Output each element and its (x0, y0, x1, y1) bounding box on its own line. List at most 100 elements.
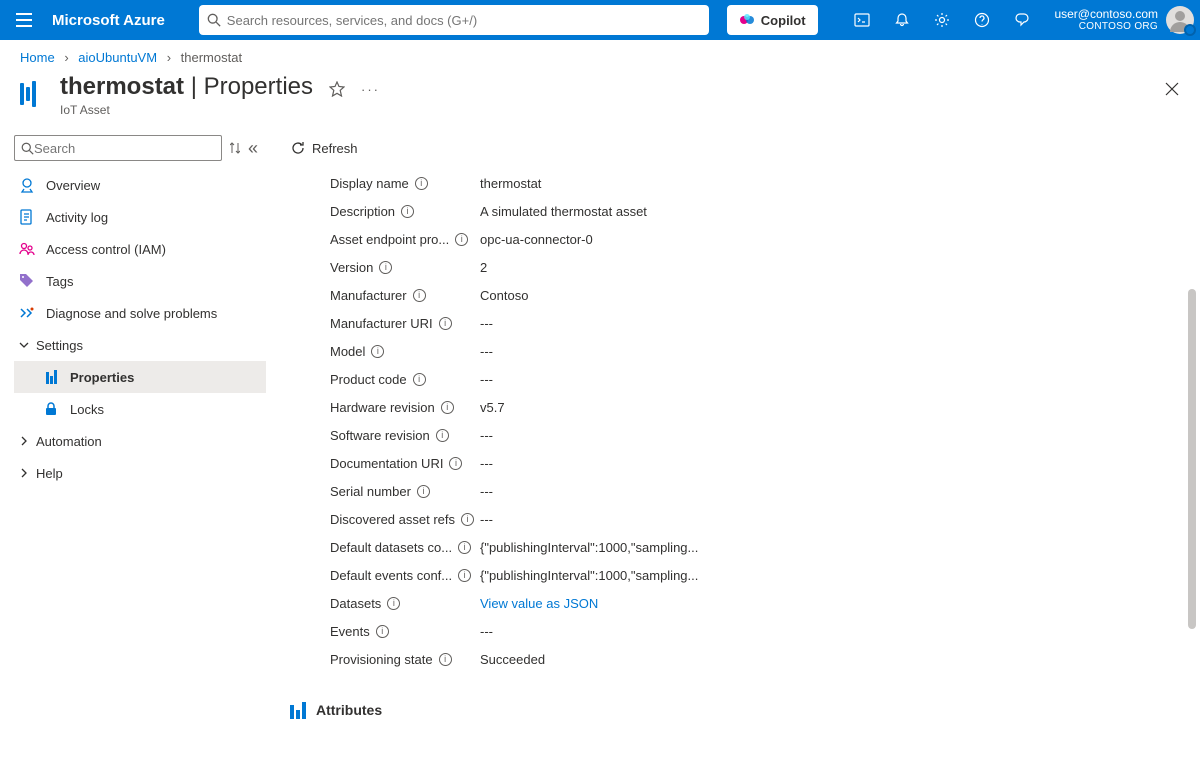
diagnose-icon (18, 305, 36, 321)
nav-tags[interactable]: Tags (14, 265, 266, 297)
info-icon[interactable]: i (455, 233, 468, 246)
prop-default-datasets-config: Default datasets co...i {"publishingInte… (330, 533, 1200, 561)
help-icon (974, 12, 990, 28)
content-area: Refresh Display namei thermostat Descrip… (266, 129, 1200, 767)
info-icon[interactable]: i (449, 457, 462, 470)
search-icon (207, 13, 221, 27)
info-icon[interactable]: i (376, 625, 389, 638)
view-datasets-json-link[interactable]: View value as JSON (480, 596, 598, 611)
info-icon[interactable]: i (441, 401, 454, 414)
more-button[interactable]: ··· (361, 82, 380, 97)
help-button[interactable] (962, 0, 1002, 40)
refresh-icon (290, 140, 306, 156)
attributes-icon (290, 701, 306, 719)
copilot-button[interactable]: Copilot (727, 5, 818, 35)
info-icon[interactable]: i (415, 177, 428, 190)
prop-product-code: Product codei --- (330, 365, 1200, 393)
prop-serial-number: Serial numberi --- (330, 477, 1200, 505)
page-header: thermostat | Properties IoT Asset ··· (0, 71, 1200, 129)
resource-type-icon (20, 79, 50, 109)
property-list: Display namei thermostat Descriptioni A … (330, 169, 1200, 673)
prop-asset-endpoint: Asset endpoint pro...i opc-ua-connector-… (330, 225, 1200, 253)
copilot-icon (739, 12, 755, 28)
copilot-label: Copilot (761, 13, 806, 28)
prop-description: Descriptioni A simulated thermostat asse… (330, 197, 1200, 225)
user-org: CONTOSO ORG (1054, 21, 1158, 32)
info-icon[interactable]: i (439, 653, 452, 666)
global-search[interactable] (199, 5, 709, 35)
nav-section-settings[interactable]: Settings (14, 329, 266, 361)
cloud-shell-icon (854, 12, 870, 28)
chevron-right-icon (18, 435, 30, 447)
attributes-section-header: Attributes (290, 701, 1200, 719)
breadcrumb: Home › aioUbuntuVM › thermostat (0, 40, 1200, 71)
nav-overview[interactable]: Overview (14, 169, 266, 201)
info-icon[interactable]: i (458, 541, 471, 554)
info-icon[interactable]: i (387, 597, 400, 610)
chevron-down-icon (18, 339, 30, 351)
settings-button[interactable] (922, 0, 962, 40)
lock-badge-icon (1184, 24, 1196, 36)
close-icon (1164, 81, 1180, 97)
nav-search[interactable] (14, 135, 222, 161)
info-icon[interactable]: i (461, 513, 474, 526)
prop-documentation-uri: Documentation URIi --- (330, 449, 1200, 477)
user-menu[interactable]: user@contoso.com CONTOSO ORG (1042, 0, 1200, 40)
prop-manufacturer-uri: Manufacturer URIi --- (330, 309, 1200, 337)
nav-properties[interactable]: Properties (14, 361, 266, 393)
global-search-input[interactable] (227, 13, 701, 28)
info-icon[interactable]: i (413, 373, 426, 386)
iam-icon (18, 241, 36, 257)
breadcrumb-home[interactable]: Home (20, 50, 55, 65)
prop-model: Modeli --- (330, 337, 1200, 365)
hamburger-icon (16, 13, 32, 27)
nav-section-automation[interactable]: Automation (14, 425, 266, 457)
search-icon (21, 142, 34, 155)
prop-manufacturer: Manufactureri Contoso (330, 281, 1200, 309)
overview-icon (18, 177, 36, 193)
feedback-button[interactable] (1002, 0, 1042, 40)
nav-diagnose[interactable]: Diagnose and solve problems (14, 297, 266, 329)
avatar (1166, 6, 1194, 34)
info-icon[interactable]: i (371, 345, 384, 358)
resource-nav: « Overview Activity log Access control (… (0, 129, 266, 767)
info-icon[interactable]: i (417, 485, 430, 498)
info-icon[interactable]: i (458, 569, 471, 582)
nav-section-help[interactable]: Help (14, 457, 266, 489)
nav-sort-button[interactable] (230, 142, 240, 154)
page-title: thermostat | Properties (60, 73, 313, 101)
hamburger-menu[interactable] (0, 0, 48, 40)
notifications-button[interactable] (882, 0, 922, 40)
gear-icon (934, 12, 950, 28)
prop-software-revision: Software revisioni --- (330, 421, 1200, 449)
user-email: user@contoso.com (1054, 8, 1158, 21)
nav-collapse-button[interactable]: « (248, 138, 258, 159)
prop-display-name: Display namei thermostat (330, 169, 1200, 197)
topbar-actions: user@contoso.com CONTOSO ORG (842, 0, 1200, 40)
prop-default-events-config: Default events conf...i {"publishingInte… (330, 561, 1200, 589)
info-icon[interactable]: i (413, 289, 426, 302)
nav-activity-log[interactable]: Activity log (14, 201, 266, 233)
nav-access-control[interactable]: Access control (IAM) (14, 233, 266, 265)
prop-discovered-refs: Discovered asset refsi --- (330, 505, 1200, 533)
tags-icon (18, 273, 36, 289)
close-button[interactable] (1164, 81, 1180, 97)
refresh-button[interactable]: Refresh (290, 140, 358, 156)
brand-label[interactable]: Microsoft Azure (48, 12, 177, 29)
prop-provisioning-state: Provisioning statei Succeeded (330, 645, 1200, 673)
breadcrumb-current: thermostat (181, 50, 242, 65)
favorite-button[interactable] (329, 81, 345, 97)
info-icon[interactable]: i (436, 429, 449, 442)
info-icon[interactable]: i (379, 261, 392, 274)
breadcrumb-parent[interactable]: aioUbuntuVM (78, 50, 157, 65)
info-icon[interactable]: i (439, 317, 452, 330)
info-icon[interactable]: i (401, 205, 414, 218)
cloud-shell-button[interactable] (842, 0, 882, 40)
nav-locks[interactable]: Locks (14, 393, 266, 425)
scrollbar[interactable] (1188, 289, 1196, 629)
prop-hardware-revision: Hardware revisioni v5.7 (330, 393, 1200, 421)
chevron-right-icon (18, 467, 30, 479)
nav-search-input[interactable] (34, 141, 215, 156)
resource-type-label: IoT Asset (60, 103, 313, 117)
bell-icon (894, 12, 910, 28)
